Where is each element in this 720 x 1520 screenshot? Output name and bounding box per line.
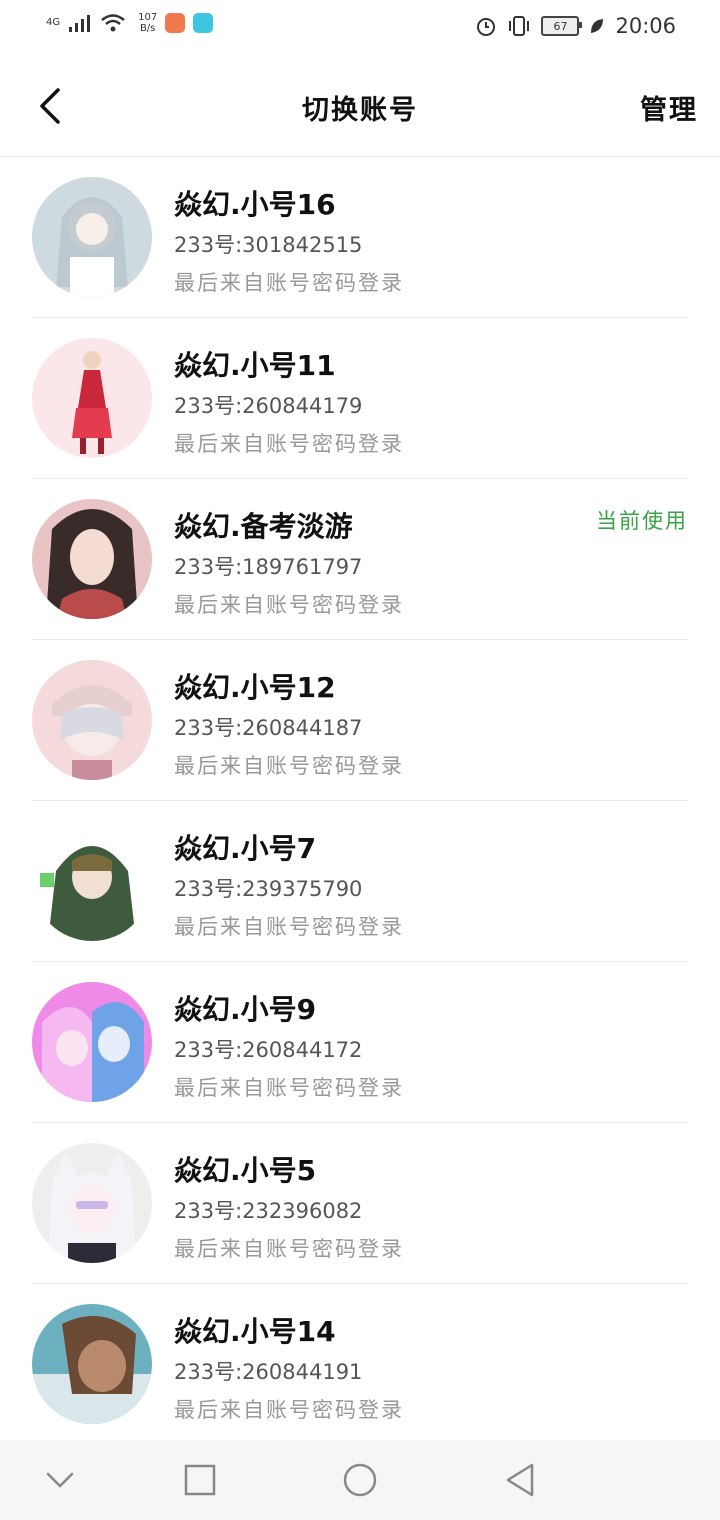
login-method: 最后来自账号密码登录 (174, 1237, 404, 1261)
app-header: 切换账号 管理 (0, 58, 720, 157)
account-id: 233号:260844179 (174, 390, 362, 420)
account-item[interactable]: 焱幻.小号14 233号:260844191 最后来自账号密码登录 (32, 1284, 688, 1444)
battery-level: 67 (553, 19, 568, 33)
account-id-value: 260844191 (242, 1360, 363, 1384)
manage-button[interactable]: 管理 (640, 88, 698, 127)
account-name: 焱幻.小号12 (174, 671, 336, 704)
account-item[interactable]: 焱幻.备考淡游 233号:189761797 最后来自账号密码登录 当前使用 (32, 479, 688, 640)
battery-icon: 67 (541, 16, 583, 36)
account-id-value: 239375790 (242, 877, 363, 901)
login-method: 最后来自账号密码登录 (174, 915, 404, 939)
account-id-value: 260844187 (242, 716, 363, 740)
alarm-icon (477, 18, 496, 36)
account-list: 焱幻.小号16 233号:301842515 最后来自账号密码登录 焱幻.小号1… (0, 157, 720, 1444)
account-id: 233号:301842515 (174, 229, 362, 259)
signal-icon (69, 15, 91, 32)
clock: 20:06 (615, 14, 676, 38)
vibrate-icon (509, 16, 530, 36)
speed-value: 107 (138, 12, 158, 23)
account-id: 233号:260844191 (174, 1356, 362, 1386)
network-speed: 107 B/s (138, 12, 157, 34)
account-name: 焱幻.小号11 (174, 349, 336, 382)
account-id-value: 260844179 (242, 394, 363, 418)
account-id-label: 233号: (174, 1199, 243, 1223)
account-item[interactable]: 焱幻.小号9 233号:260844172 最后来自账号密码登录 (32, 962, 688, 1123)
avatar (32, 660, 152, 780)
system-nav-bar (0, 1440, 720, 1520)
account-id-value: 232396082 (242, 1199, 363, 1223)
account-id: 233号:189761797 (174, 551, 362, 581)
account-id-label: 233号: (174, 394, 243, 418)
account-item[interactable]: 焱幻.小号12 233号:260844187 最后来自账号密码登录 (32, 640, 688, 801)
hide-nav-button[interactable] (40, 1460, 80, 1500)
square-icon (184, 1464, 216, 1496)
triangle-back-icon (506, 1463, 534, 1497)
account-name: 焱幻.小号9 (174, 993, 317, 1026)
game-app-icon (165, 13, 186, 33)
account-id: 233号:260844172 (174, 1034, 362, 1064)
recents-button[interactable] (180, 1460, 220, 1500)
avatar (32, 177, 152, 297)
avatar (32, 1143, 152, 1263)
bilibili-app-icon (193, 13, 214, 33)
account-name: 焱幻.备考淡游 (174, 510, 353, 543)
status-right: 67 20:06 (475, 14, 676, 38)
account-id-value: 189761797 (242, 555, 363, 579)
avatar (32, 821, 152, 941)
wifi-icon (101, 14, 125, 32)
login-method: 最后来自账号密码登录 (174, 432, 404, 456)
avatar (32, 1304, 152, 1424)
account-item[interactable]: 焱幻.小号5 233号:232396082 最后来自账号密码登录 (32, 1123, 688, 1284)
avatar (32, 982, 152, 1102)
account-name: 焱幻.小号5 (174, 1154, 317, 1187)
avatar (32, 499, 152, 619)
account-id-label: 233号: (174, 1038, 243, 1062)
avatar (32, 338, 152, 458)
login-method: 最后来自账号密码登录 (174, 1076, 404, 1100)
login-method: 最后来自账号密码登录 (174, 593, 404, 617)
login-method: 最后来自账号密码登录 (174, 271, 404, 295)
account-id-label: 233号: (174, 716, 243, 740)
account-id-label: 233号: (174, 877, 243, 901)
speed-unit: B/s (139, 23, 156, 34)
page-title: 切换账号 (302, 95, 418, 126)
current-account-badge: 当前使用 (596, 509, 688, 533)
account-id: 233号:239375790 (174, 873, 362, 903)
network-type: 4G (46, 17, 61, 28)
account-id: 233号:232396082 (174, 1195, 362, 1225)
account-id-value: 301842515 (242, 233, 363, 257)
account-item[interactable]: 焱幻.小号11 233号:260844179 最后来自账号密码登录 (32, 318, 688, 479)
status-bar: 4G 107 B/s 67 20:06 (0, 0, 720, 58)
account-id-value: 260844172 (242, 1038, 363, 1062)
account-id-label: 233号: (174, 1360, 243, 1384)
back-nav-button[interactable] (500, 1460, 540, 1500)
status-left: 4G 107 B/s (46, 12, 214, 34)
account-id-label: 233号: (174, 233, 243, 257)
account-item[interactable]: 焱幻.小号16 233号:301842515 最后来自账号密码登录 (32, 157, 688, 318)
home-button[interactable] (340, 1460, 380, 1500)
account-name: 焱幻.小号7 (174, 832, 317, 865)
account-item[interactable]: 焱幻.小号7 233号:239375790 最后来自账号密码登录 (32, 801, 688, 962)
chevron-down-icon (46, 1472, 74, 1488)
login-method: 最后来自账号密码登录 (174, 1398, 404, 1422)
account-id-label: 233号: (174, 555, 243, 579)
login-method: 最后来自账号密码登录 (174, 754, 404, 778)
account-name: 焱幻.小号14 (174, 1315, 336, 1348)
account-id: 233号:260844187 (174, 712, 362, 742)
circle-icon (343, 1463, 377, 1497)
leaf-icon (591, 19, 604, 33)
account-name: 焱幻.小号16 (174, 188, 336, 221)
